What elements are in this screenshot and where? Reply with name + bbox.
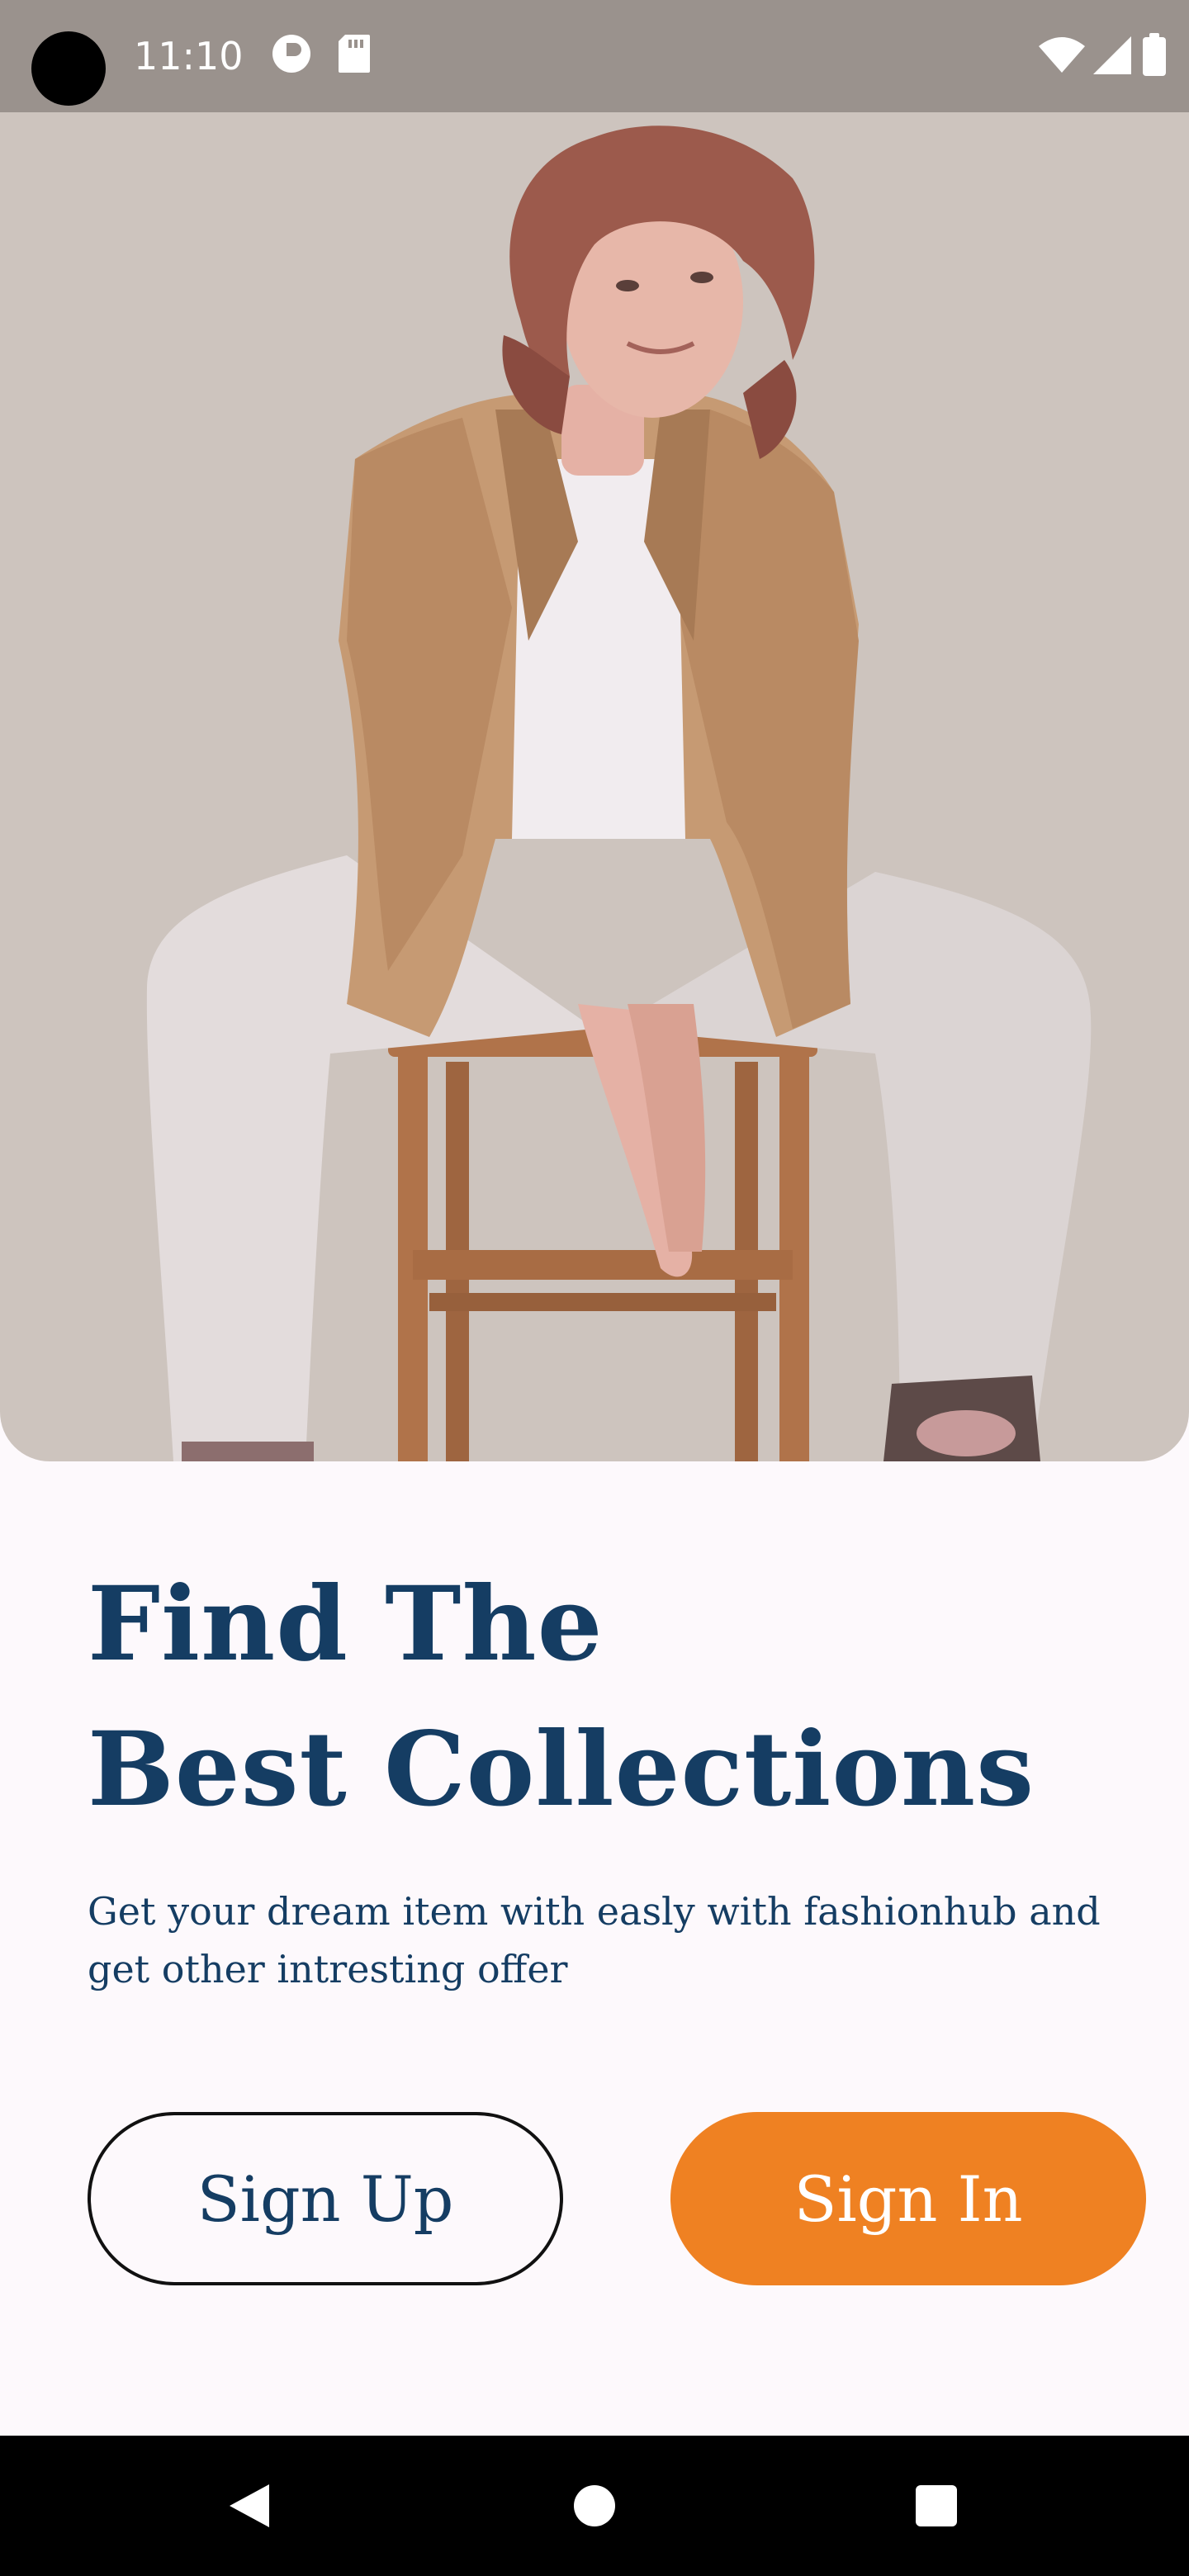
back-icon (230, 2484, 269, 2527)
sign-in-button[interactable]: Sign In (670, 2112, 1146, 2285)
sd-card-icon (337, 33, 372, 78)
model-photo (146, 125, 1092, 1461)
battery-icon (1143, 33, 1166, 79)
headline: Find The Best Collections (88, 1552, 1035, 1843)
recents-button[interactable] (870, 2436, 1002, 2576)
sign-in-label: Sign In (793, 2162, 1023, 2236)
home-icon (574, 2485, 615, 2526)
status-time: 11:10 (134, 34, 244, 78)
cellular-signal-icon (1093, 36, 1131, 78)
sign-up-label: Sign Up (197, 2162, 454, 2236)
podcast-app-icon (271, 33, 312, 78)
status-bar: 11:10 (0, 0, 1189, 112)
wifi-icon (1039, 36, 1085, 76)
camera-cutout (31, 31, 106, 106)
home-button[interactable] (528, 2436, 661, 2576)
back-button[interactable] (183, 2436, 315, 2576)
welcome-screen: 11:10 Find The Best Collections Get your… (0, 0, 1189, 2576)
hero-image (0, 112, 1189, 1461)
sign-up-button[interactable]: Sign Up (88, 2112, 563, 2285)
headline-line-2: Best Collections (88, 1710, 1035, 1830)
navigation-bar (0, 2436, 1189, 2576)
headline-line-1: Find The (88, 1565, 604, 1684)
subtext: Get your dream item with easly with fash… (88, 1889, 1101, 1991)
recents-icon (916, 2485, 957, 2526)
